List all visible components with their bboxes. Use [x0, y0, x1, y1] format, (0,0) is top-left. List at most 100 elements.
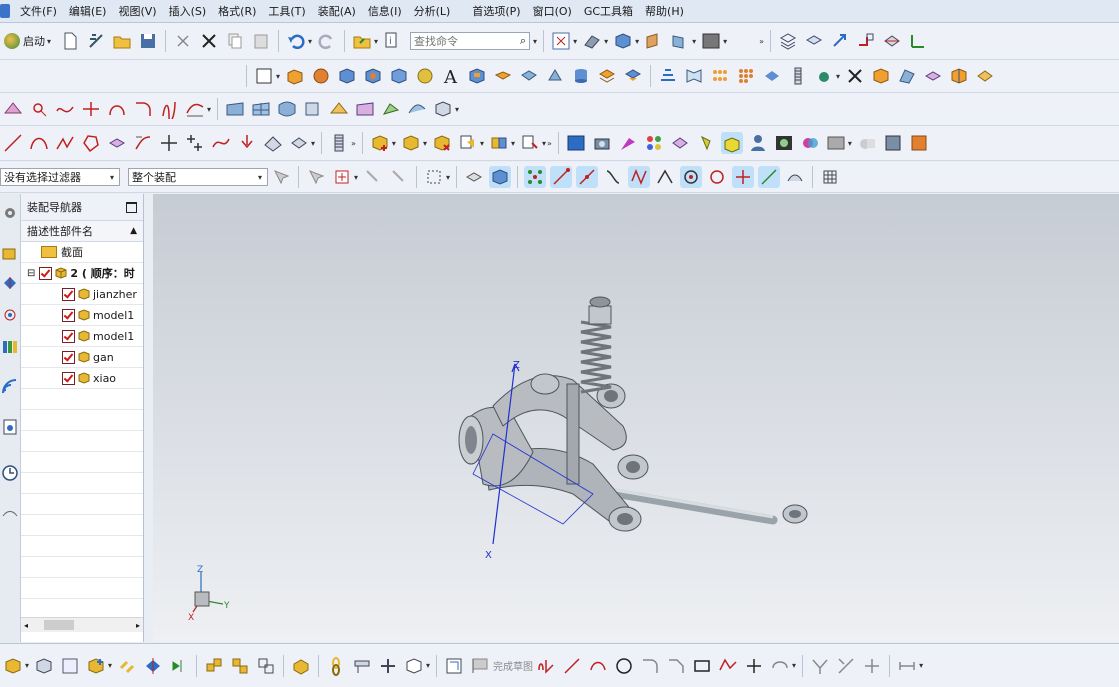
scroll-left-icon[interactable]: ◂ [24, 621, 28, 630]
part-navigator-icon[interactable] [1, 306, 19, 324]
pattern-icon[interactable] [709, 65, 731, 87]
through-curves-icon[interactable] [250, 98, 272, 120]
revolve-icon[interactable] [310, 65, 332, 87]
groove-icon[interactable] [544, 65, 566, 87]
polygon-icon[interactable] [80, 132, 102, 154]
grid-icon[interactable] [819, 166, 841, 188]
sketch-arc-icon[interactable] [587, 655, 609, 677]
materials-icon[interactable] [643, 132, 665, 154]
move-snap-icon[interactable] [362, 166, 384, 188]
highlight-icon[interactable] [720, 132, 743, 154]
datum-plane-icon[interactable] [813, 65, 835, 87]
render-toggle-icon[interactable] [856, 132, 878, 154]
reuse-library-icon[interactable] [1, 338, 19, 356]
visibility-checkbox[interactable] [62, 329, 75, 343]
chevron-down-icon[interactable]: ▾ [392, 139, 396, 148]
scroll-right-icon[interactable]: ▸ [136, 621, 140, 630]
mate-component-icon[interactable] [488, 132, 510, 154]
search-input[interactable] [414, 34, 507, 48]
trimmed-sheet-icon[interactable] [406, 98, 428, 120]
fit-view-icon[interactable] [550, 30, 572, 52]
view-triad[interactable]: Z Y X [183, 562, 243, 622]
redo-icon[interactable] [316, 30, 338, 52]
create-new-component-icon[interactable] [400, 132, 422, 154]
chevron-down-icon[interactable]: ▾ [542, 139, 546, 148]
move-component-icon[interactable] [519, 132, 541, 154]
sketch-task-icon[interactable] [443, 655, 465, 677]
roles-icon[interactable] [1, 504, 19, 522]
constraint-navigator-icon[interactable] [1, 274, 19, 292]
copy-icon[interactable] [224, 30, 246, 52]
chevron-down-icon[interactable]: ▾ [919, 661, 923, 670]
menu-information[interactable]: 信息(I) [362, 3, 408, 19]
sketch-ellipse-icon[interactable] [769, 655, 791, 677]
menu-file[interactable]: 文件(F) [14, 3, 63, 19]
layer-settings-icon[interactable] [777, 30, 799, 52]
tree-node-component[interactable]: xiao [21, 368, 143, 389]
curve-through-points-icon[interactable] [54, 98, 76, 120]
open-recent-icon[interactable] [351, 30, 373, 52]
snap-point-on-curve-icon[interactable] [732, 166, 755, 188]
visibility-checkbox[interactable] [39, 266, 53, 280]
snap-point-on-surface-icon[interactable] [758, 166, 781, 188]
sketch-preview-icon[interactable] [565, 132, 587, 154]
undo-icon[interactable] [285, 30, 307, 52]
sequence-icon[interactable] [168, 655, 190, 677]
clip-section-icon[interactable] [669, 30, 691, 52]
scope-select[interactable]: 整个装配 ▾ [128, 168, 268, 186]
menu-preferences[interactable]: 首选项(P) [466, 3, 526, 19]
offset-curve-icon[interactable] [184, 98, 206, 120]
clock-icon[interactable] [1, 464, 19, 482]
studio-spline-icon[interactable] [54, 132, 76, 154]
chevron-down-icon[interactable]: ▾ [354, 173, 358, 182]
wave-link-icon[interactable] [33, 655, 55, 677]
menu-assembly[interactable]: 装配(A) [312, 3, 362, 19]
render-style-icon[interactable] [612, 30, 634, 52]
mirror-curve-icon[interactable] [288, 132, 310, 154]
menu-analysis[interactable]: 分析(L) [408, 3, 457, 19]
sketch-fillet-icon[interactable] [639, 655, 661, 677]
studio-icon[interactable] [773, 132, 795, 154]
sketch-circle-icon[interactable] [613, 655, 635, 677]
sketch-chamfer-icon[interactable] [665, 655, 687, 677]
web-browser-icon[interactable] [1, 378, 19, 396]
cut-icon[interactable] [172, 30, 194, 52]
quick-trim-icon[interactable] [809, 655, 831, 677]
snap-point-icon[interactable] [331, 166, 353, 188]
thread-icon[interactable] [787, 65, 809, 87]
line-icon[interactable] [2, 132, 24, 154]
command-finder-icon[interactable]: i [382, 30, 404, 52]
chevron-down-icon[interactable]: ▾ [573, 37, 577, 46]
pattern-feature-icon[interactable] [735, 65, 757, 87]
extrude-icon[interactable] [284, 65, 306, 87]
select-body-icon[interactable] [489, 166, 512, 188]
chevron-down-icon[interactable]: ▾ [207, 105, 211, 114]
extension-icon[interactable] [432, 98, 454, 120]
make-corner-icon[interactable] [861, 655, 883, 677]
tree-node-component[interactable]: jianzher [21, 284, 143, 305]
visibility-checkbox[interactable] [62, 350, 75, 364]
swept-icon[interactable] [302, 98, 324, 120]
tree-node-root[interactable]: ⊟ 2 ( 顺序：时 [21, 263, 143, 284]
chevron-down-icon[interactable]: ▾ [446, 173, 450, 182]
helix-icon[interactable] [158, 98, 180, 120]
add-component-icon[interactable] [369, 132, 391, 154]
wcs-orient-icon[interactable] [829, 30, 851, 52]
replace-component-icon[interactable] [457, 132, 479, 154]
constraints-icon[interactable] [255, 655, 277, 677]
mirror-assembly-icon[interactable] [142, 655, 164, 677]
chevron-down-icon[interactable]: ▾ [635, 37, 639, 46]
datum-csys-icon[interactable] [844, 65, 866, 87]
join-curve-icon[interactable] [236, 132, 258, 154]
route-icon[interactable] [377, 655, 399, 677]
sketch-rectangle-icon[interactable] [691, 655, 713, 677]
hole-icon[interactable] [362, 65, 384, 87]
chevron-down-icon[interactable]: ▾ [848, 139, 852, 148]
chevron-down-icon[interactable]: ▾ [604, 37, 608, 46]
assembly-tool-icon[interactable] [2, 655, 24, 677]
n-sided-surface-icon[interactable] [328, 98, 350, 120]
mirror-feature-icon[interactable] [761, 65, 783, 87]
cross-point-icon[interactable] [158, 132, 180, 154]
chevron-down-icon[interactable]: ▾ [480, 139, 484, 148]
edge-blend-icon[interactable] [922, 65, 944, 87]
